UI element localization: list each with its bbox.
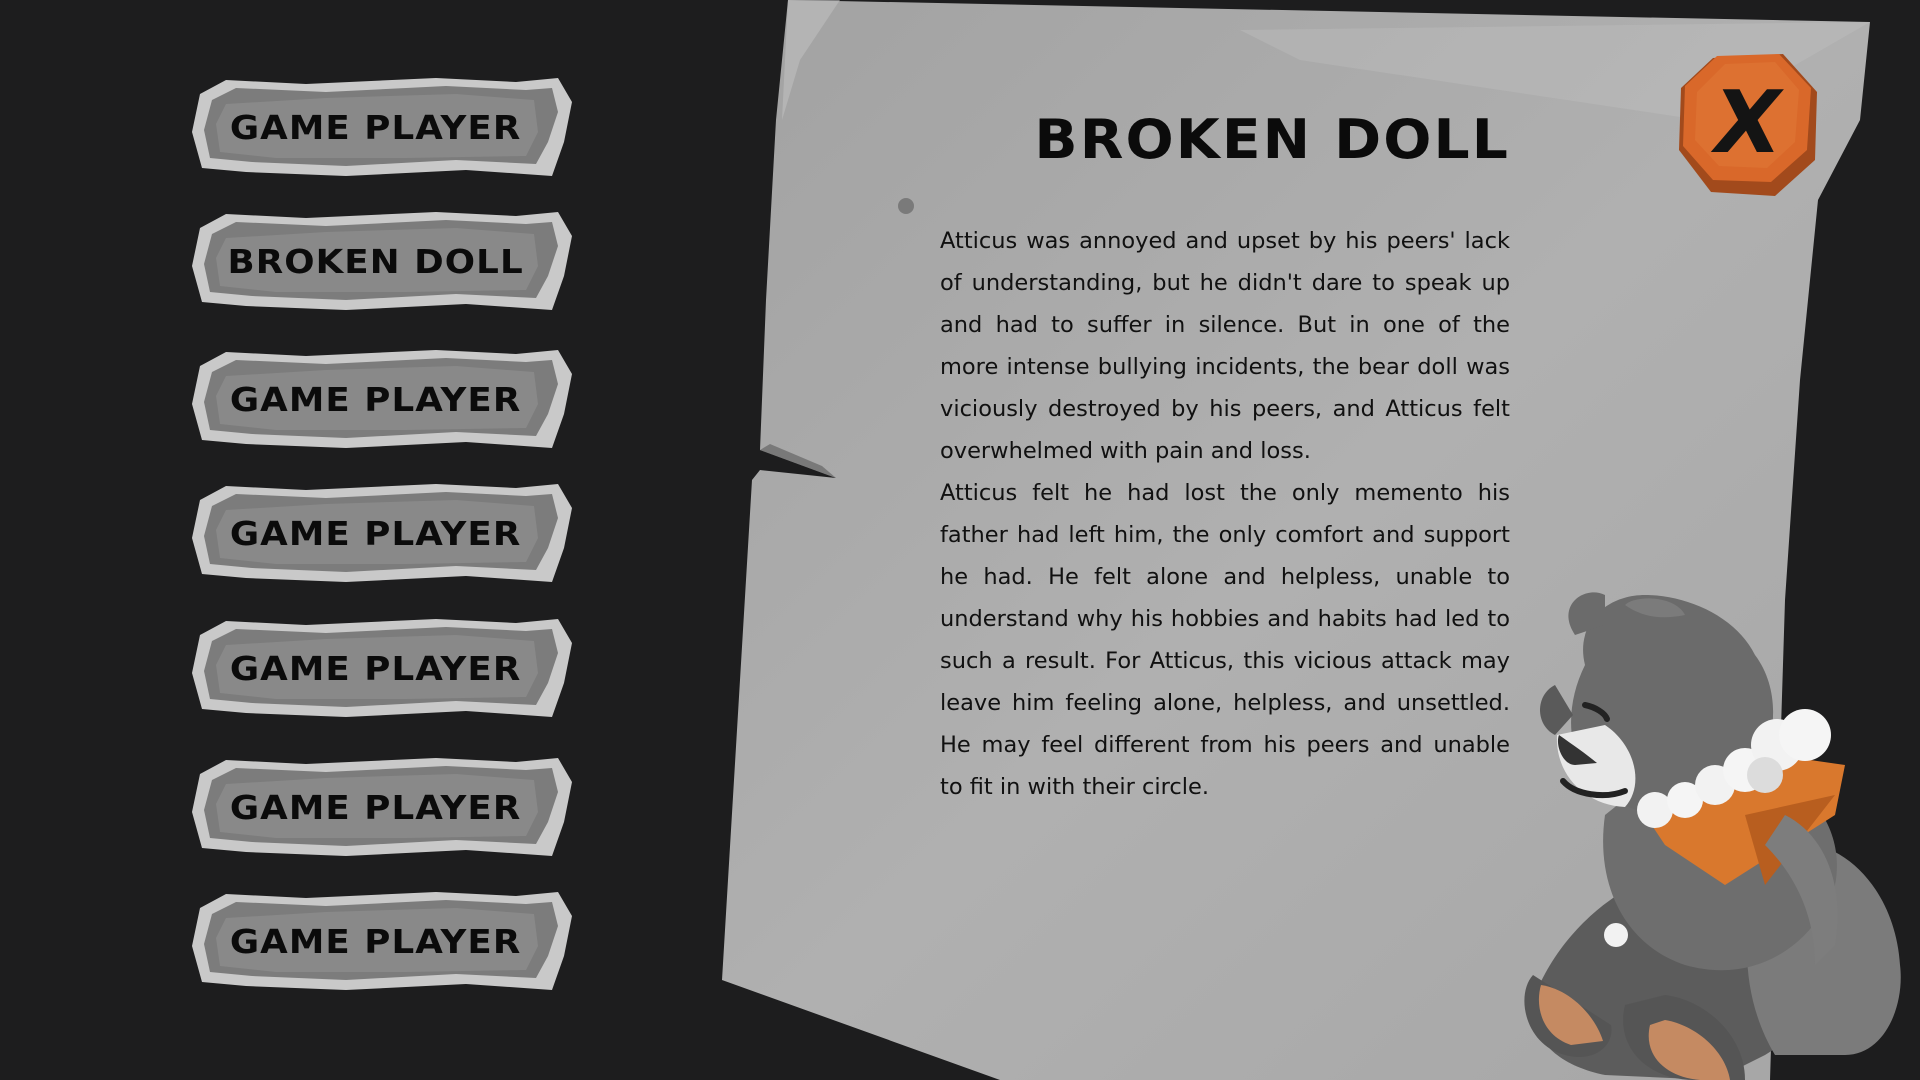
menu-item-label: GAME PLAYER <box>229 379 522 419</box>
menu-item-broken-doll[interactable]: BROKEN DOLL <box>186 206 576 316</box>
story-paragraph: Atticus felt he had lost the only mement… <box>940 480 1510 800</box>
story-text: Atticus was annoyed and upset by his pee… <box>940 220 1510 808</box>
chapter-menu: GAME PLAYER BROKEN DOLL GAME PLAYER GAME… <box>0 0 700 1080</box>
close-button[interactable]: X <box>1675 50 1820 200</box>
story-paragraph: Atticus was annoyed and upset by his pee… <box>940 228 1510 464</box>
menu-item-label: GAME PLAYER <box>229 787 522 827</box>
menu-item-game-player-6[interactable]: GAME PLAYER <box>186 886 576 996</box>
menu-item-label: GAME PLAYER <box>229 921 522 961</box>
menu-item-game-player-2[interactable]: GAME PLAYER <box>186 344 576 454</box>
menu-item-game-player-1[interactable]: GAME PLAYER <box>186 72 576 182</box>
story-title: BROKEN DOLL <box>1034 108 1510 171</box>
menu-item-game-player-3[interactable]: GAME PLAYER <box>186 478 576 588</box>
menu-item-game-player-4[interactable]: GAME PLAYER <box>186 613 576 723</box>
menu-item-label: GAME PLAYER <box>229 513 522 553</box>
menu-item-game-player-5[interactable]: GAME PLAYER <box>186 752 576 862</box>
bear-doll-illustration <box>1524 592 1901 1080</box>
menu-item-label: GAME PLAYER <box>229 648 522 688</box>
menu-item-label: GAME PLAYER <box>229 107 522 147</box>
close-label: X <box>1705 72 1790 173</box>
menu-item-label: BROKEN DOLL <box>227 241 524 281</box>
